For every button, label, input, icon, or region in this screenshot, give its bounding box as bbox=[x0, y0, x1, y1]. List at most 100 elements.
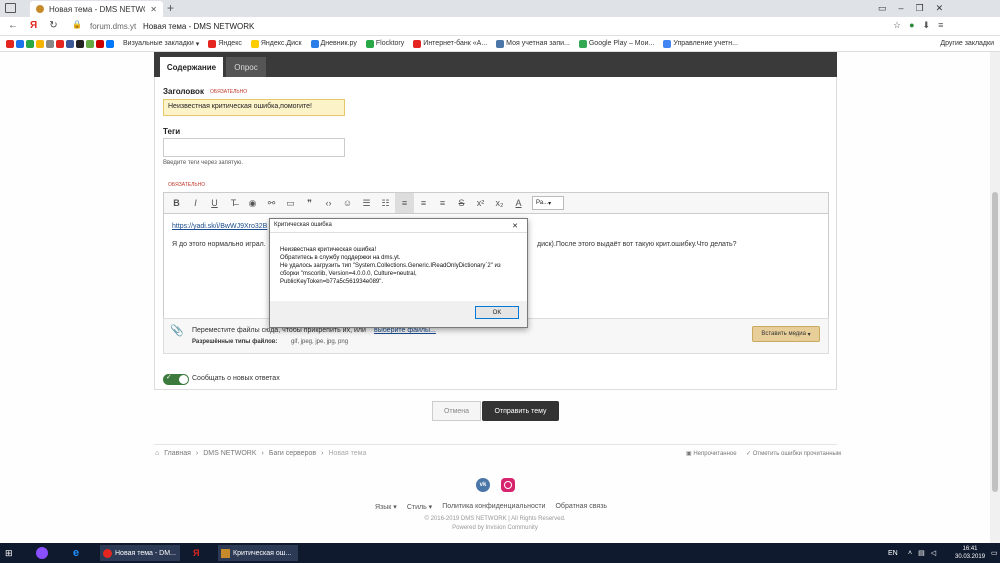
network-icon[interactable]: ▤ bbox=[918, 549, 925, 557]
bold-icon[interactable]: B bbox=[167, 193, 186, 213]
bookmarks-bar: Визуальные закладки ▾ Яндекс Яндекс.Диск… bbox=[0, 36, 1000, 52]
browser-tabbar: Новая тема - DMS NETWORK ✕ + ▭ – ❐ ✕ bbox=[0, 0, 1000, 17]
attach-text: Переместите файлы сюда, чтобы прикрепить… bbox=[192, 327, 366, 334]
bookmark-item[interactable]: Интернет-банк «А... bbox=[413, 39, 487, 48]
footer-links: Язык ▾ Стиль ▾ Политика конфиденциальнос… bbox=[375, 503, 607, 511]
bookmark-item[interactable]: Яндекс bbox=[208, 39, 242, 48]
taskbar-app-browser[interactable]: Новая тема - DM... bbox=[100, 545, 180, 561]
bookmark-star-icon[interactable]: ☆ bbox=[893, 20, 901, 31]
link-icon[interactable]: ⚯ bbox=[262, 193, 281, 213]
required-badge-2: ОБЯЗАТЕЛЬНО bbox=[168, 182, 206, 188]
tab-list-icon[interactable] bbox=[5, 3, 16, 13]
clock-time: 16:41 bbox=[962, 546, 978, 552]
powered-by: Powered by Invision Community bbox=[452, 525, 538, 531]
taskbar: ⊞ e Новая тема - DM... Я Критическая ош.… bbox=[0, 543, 1000, 563]
yandex-icon[interactable]: Я bbox=[30, 20, 37, 31]
menu-icon[interactable]: ≡ bbox=[938, 20, 943, 31]
volume-icon[interactable]: ◁ bbox=[931, 549, 936, 557]
reload-icon[interactable]: ↻ bbox=[49, 20, 57, 31]
cancel-button[interactable]: Отмена bbox=[432, 401, 481, 421]
italic-icon[interactable]: I bbox=[186, 193, 205, 213]
scrollbar[interactable] bbox=[990, 52, 1000, 547]
instagram-icon[interactable] bbox=[501, 478, 515, 492]
clear-format-icon[interactable]: T̶ bbox=[224, 193, 243, 213]
font-color-icon[interactable]: A bbox=[509, 193, 528, 213]
style-select[interactable]: Стиль ▾ bbox=[407, 503, 432, 511]
bookmark-item[interactable]: Дневник.ру bbox=[310, 39, 357, 48]
breadcrumb-item[interactable]: DMS NETWORK bbox=[203, 450, 256, 457]
notify-toggle[interactable]: ✓ bbox=[163, 374, 189, 385]
yandex-taskbar-icon[interactable]: Я bbox=[190, 545, 202, 561]
back-icon[interactable]: ← bbox=[8, 20, 18, 31]
bookmark-item[interactable]: Визуальные закладки ▾ bbox=[123, 40, 199, 48]
emoji-icon[interactable]: ☺ bbox=[338, 193, 357, 213]
insert-media-button[interactable]: Вставить медиа ▾ bbox=[752, 326, 820, 342]
tags-label: Теги bbox=[163, 127, 181, 136]
body-link[interactable]: https://yadi.sk/i/BwWJ9Xro32B bbox=[172, 223, 267, 230]
numbered-list-icon[interactable]: ☷ bbox=[376, 193, 395, 213]
types-value: gif, jpeg, jpe, jpg, png bbox=[291, 339, 349, 345]
lang-indicator[interactable]: EN bbox=[885, 545, 901, 561]
required-badge: ОБЯЗАТЕЛЬНО bbox=[210, 89, 248, 95]
bookmark-manager-icon[interactable]: ▭ bbox=[878, 3, 887, 14]
adblock-icon[interactable]: ● bbox=[909, 20, 914, 31]
url-field[interactable]: forum.dms.yt bbox=[90, 22, 136, 31]
browser-tab[interactable]: Новая тема - DMS NETWORK ✕ bbox=[30, 1, 163, 17]
style-select[interactable]: Ра... ▾ bbox=[532, 196, 564, 210]
copyright: © 2016-2019 DMS NETWORK | All Rights Res… bbox=[424, 516, 566, 522]
vk-icon[interactable]: vk bbox=[476, 478, 490, 492]
ok-button[interactable]: OK bbox=[475, 306, 519, 319]
scrollbar-thumb[interactable] bbox=[992, 192, 998, 492]
tray-arrow-icon[interactable]: ˄ bbox=[908, 550, 912, 557]
tab-close-icon[interactable]: ✕ bbox=[150, 5, 157, 14]
bookmark-item[interactable]: Яндекс.Диск bbox=[250, 39, 302, 48]
dialog-line: Не удалось загрузить тип "System.Collect… bbox=[280, 263, 501, 285]
dialog-close-icon[interactable]: ✕ bbox=[504, 219, 526, 232]
subscript-icon[interactable]: x₂ bbox=[490, 193, 509, 213]
tab-poll[interactable]: Опрос bbox=[226, 57, 266, 77]
clock-date: 30.03.2019 bbox=[955, 554, 986, 560]
unread-link[interactable]: ▣ Непрочитанное bbox=[686, 450, 737, 457]
restore-icon[interactable]: ❐ bbox=[916, 3, 924, 14]
other-bookmarks[interactable]: Другие закладки bbox=[940, 40, 994, 47]
tab-content[interactable]: Содержание bbox=[160, 57, 223, 77]
notifications-icon[interactable]: ▭ bbox=[988, 545, 1000, 561]
spoiler-icon[interactable]: ◉ bbox=[243, 193, 262, 213]
taskbar-app-error[interactable]: Критическая ош... bbox=[218, 545, 298, 561]
feedback-link[interactable]: Обратная связь bbox=[555, 503, 607, 511]
tags-input[interactable] bbox=[163, 138, 345, 157]
privacy-link[interactable]: Политика конфиденциальности bbox=[442, 503, 545, 511]
paperclip-icon: 📎 bbox=[170, 325, 184, 337]
bookmark-item[interactable]: Flocktory bbox=[365, 39, 404, 48]
start-icon[interactable]: ⊞ bbox=[2, 545, 16, 561]
new-tab-icon[interactable]: + bbox=[167, 1, 174, 15]
choose-files-link[interactable]: выберите файлы... bbox=[374, 327, 436, 334]
bookmark-item[interactable]: Моя учетная запи... bbox=[496, 39, 570, 48]
quote-icon[interactable]: ❞ bbox=[300, 193, 319, 213]
align-right-icon[interactable]: ≡ bbox=[433, 193, 452, 213]
submit-button[interactable]: Отправить тему bbox=[482, 401, 559, 421]
unlink-icon[interactable]: ▭ bbox=[281, 193, 300, 213]
title-input[interactable]: Неизвестная критическая ошибка,помогите! bbox=[163, 99, 345, 116]
close-window-icon[interactable]: ✕ bbox=[936, 3, 944, 14]
downloads-icon[interactable]: ⬇ bbox=[923, 20, 931, 31]
alice-icon[interactable] bbox=[33, 545, 51, 561]
bullet-list-icon[interactable]: ☰ bbox=[357, 193, 376, 213]
mark-read-link[interactable]: ✓ Отметить ошибки прочитанным bbox=[746, 450, 841, 457]
align-center-icon[interactable]: ≡ bbox=[414, 193, 433, 213]
tray-icons: ˄ ▤ ◁ bbox=[905, 545, 939, 561]
minimize-icon[interactable]: – bbox=[899, 3, 904, 14]
form-tabs: Содержание Опрос bbox=[154, 52, 837, 77]
breadcrumb-item[interactable]: Главная bbox=[164, 450, 191, 457]
underline-icon[interactable]: U bbox=[205, 193, 224, 213]
ie-icon[interactable]: e bbox=[70, 545, 82, 561]
bookmark-item[interactable]: Управление учетн... bbox=[663, 39, 738, 48]
dialog-title: Критическая ошибка bbox=[274, 222, 332, 228]
bookmark-item[interactable]: Google Play – Мои... bbox=[578, 39, 654, 48]
strikethrough-icon[interactable]: S bbox=[452, 193, 471, 213]
code-icon[interactable]: ‹› bbox=[319, 193, 338, 213]
align-left-icon[interactable]: ≡ bbox=[395, 193, 414, 213]
breadcrumb-item[interactable]: Баги серверов bbox=[269, 450, 316, 457]
language-select[interactable]: Язык ▾ bbox=[375, 503, 397, 511]
superscript-icon[interactable]: x² bbox=[471, 193, 490, 213]
